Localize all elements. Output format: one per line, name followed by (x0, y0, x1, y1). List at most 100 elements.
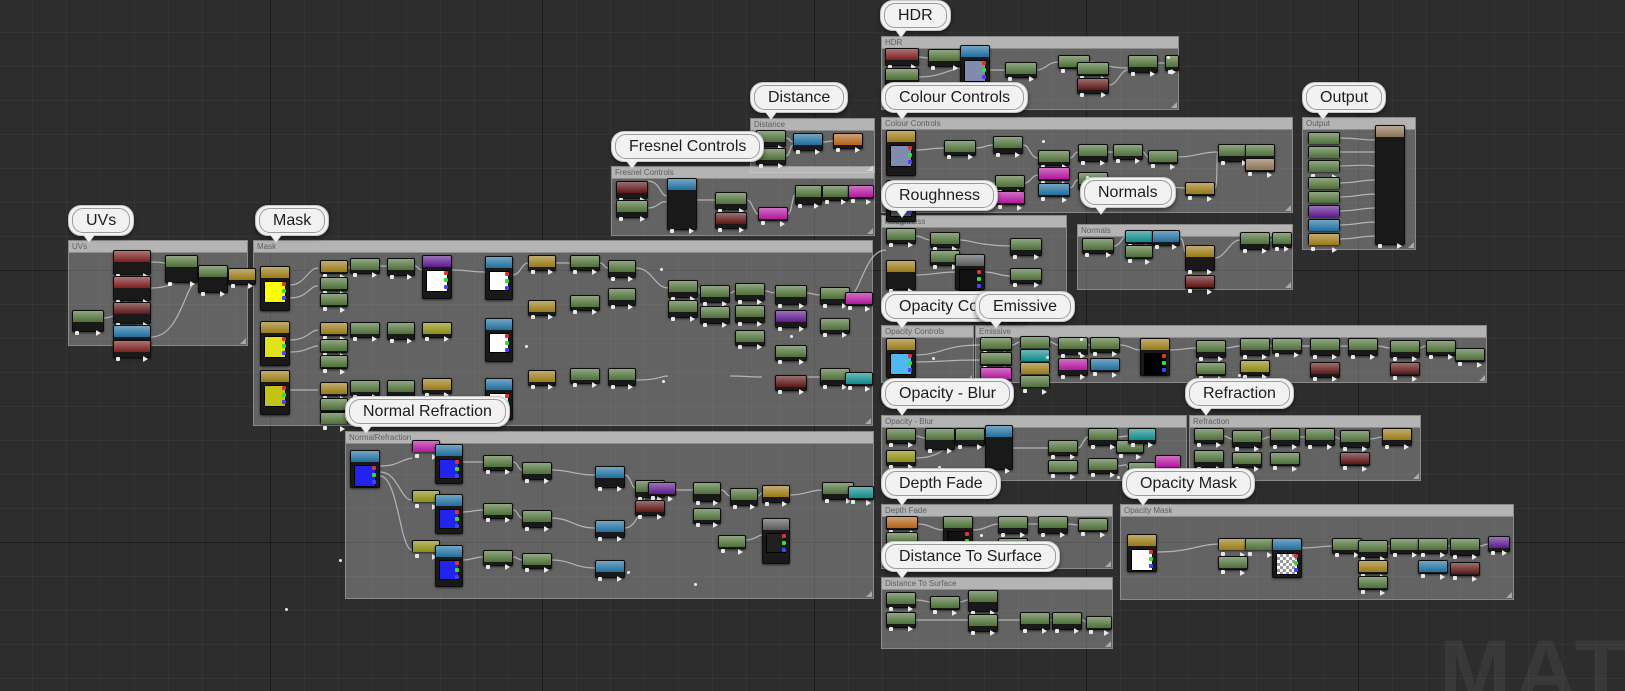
callout-bubble[interactable]: Distance (750, 82, 849, 119)
node-pin-in[interactable] (851, 500, 855, 504)
comment-box-resize-handle[interactable] (1285, 282, 1291, 288)
node-pin-out[interactable] (690, 316, 695, 322)
graph-node[interactable] (730, 488, 758, 510)
node-pin-in[interactable] (390, 339, 394, 343)
node-pin-in[interactable] (1221, 570, 1225, 574)
node-pin-in[interactable] (1221, 161, 1225, 165)
graph-node[interactable] (1340, 452, 1370, 472)
wire-reroute-dot[interactable] (932, 357, 935, 360)
node-pin-b[interactable] (977, 284, 981, 288)
node-pin-in[interactable] (696, 501, 700, 505)
comment-box-resize-handle[interactable] (865, 418, 871, 424)
node-pin-out[interactable] (1362, 466, 1367, 472)
graph-node[interactable] (1308, 205, 1340, 225)
node-pin-in[interactable] (1055, 629, 1059, 633)
node-pin-out[interactable] (866, 199, 871, 205)
node-pin-in[interactable] (611, 305, 615, 309)
graph-node[interactable] (595, 520, 625, 542)
node-pin-out[interactable] (1015, 152, 1020, 158)
node-pin-out[interactable] (1294, 352, 1299, 358)
graph-node[interactable] (1358, 540, 1388, 562)
graph-node[interactable] (955, 254, 985, 291)
graph-node[interactable] (1088, 428, 1118, 450)
callout-bubble[interactable]: Fresnel Controls (611, 131, 765, 168)
node-pin-out[interactable] (248, 283, 253, 289)
node-pin-in[interactable] (486, 518, 490, 522)
node-pin-in[interactable] (703, 323, 707, 327)
node-pin-g[interactable] (444, 278, 448, 282)
node-pin-in[interactable] (1393, 553, 1397, 557)
node-pin-out[interactable] (340, 307, 345, 313)
node-pin-in[interactable] (1378, 244, 1382, 248)
node-pin-r[interactable] (977, 270, 981, 274)
graph-node[interactable] (1005, 62, 1037, 82)
node-pin-in[interactable] (738, 345, 742, 349)
graph-node[interactable] (350, 258, 380, 278)
graph-node[interactable] (995, 175, 1025, 195)
graph-node[interactable] (1308, 177, 1340, 197)
graph-node[interactable] (570, 295, 600, 315)
node-pin-in[interactable] (1061, 375, 1065, 379)
node-pin-in[interactable] (1008, 77, 1012, 81)
node-pin-in[interactable] (1243, 249, 1247, 253)
node-pin-in[interactable] (1235, 447, 1239, 451)
node-pin-in[interactable] (531, 385, 535, 389)
node-pin-in[interactable] (721, 549, 725, 553)
graph-node[interactable] (260, 321, 290, 366)
node-pin-in[interactable] (1116, 159, 1120, 163)
graph-node[interactable] (1240, 232, 1270, 254)
node-pin-in[interactable] (1051, 455, 1055, 459)
graph-node[interactable] (1090, 358, 1120, 378)
callout-bubble[interactable]: Output (1302, 82, 1387, 119)
node-pin-out[interactable] (1017, 205, 1022, 211)
wire-reroute-dot[interactable] (660, 268, 663, 271)
callout-bubble[interactable]: Colour Controls (881, 82, 1029, 119)
node-pin-out[interactable] (1207, 289, 1212, 295)
node-pin-in[interactable] (823, 304, 827, 308)
graph-node[interactable] (1308, 233, 1340, 253)
graph-node[interactable] (320, 355, 348, 375)
node-pin-out[interactable] (1148, 442, 1153, 448)
node-pin-in[interactable] (116, 357, 120, 361)
graph-node[interactable] (995, 191, 1025, 211)
node-pin-in[interactable] (1199, 357, 1203, 361)
comment-box-resize-handle[interactable] (1479, 375, 1485, 381)
graph-node[interactable] (260, 370, 290, 415)
node-pin-out[interactable] (1100, 160, 1105, 166)
node-pin-in[interactable] (1128, 259, 1132, 263)
graph-node[interactable] (1128, 55, 1158, 77)
node-pin-b[interactable] (455, 474, 459, 478)
node-pin-b[interactable] (372, 480, 376, 484)
graph-node[interactable] (1185, 245, 1215, 275)
graph-node[interactable] (1308, 132, 1340, 152)
node-pin-in[interactable] (525, 568, 529, 572)
node-pin-in[interactable] (1085, 253, 1089, 257)
graph-node[interactable] (1048, 440, 1078, 460)
node-pin-in[interactable] (778, 304, 782, 308)
graph-node[interactable] (1418, 538, 1448, 558)
node-pin-in[interactable] (889, 243, 893, 247)
node-pin-in[interactable] (1081, 532, 1085, 536)
graph-node[interactable] (1152, 230, 1180, 250)
node-pin-out[interactable] (865, 386, 870, 392)
graph-node[interactable] (1340, 430, 1370, 452)
node-pin-out[interactable] (722, 322, 727, 328)
graph-node[interactable] (1240, 360, 1270, 380)
node-pin-in[interactable] (486, 565, 490, 569)
graph-node[interactable] (570, 368, 600, 388)
node-pin-out[interactable] (1112, 351, 1117, 357)
node-pin-out[interactable] (1005, 468, 1010, 474)
node-pin-out[interactable] (617, 536, 622, 542)
node-pin-out[interactable] (1070, 474, 1075, 480)
graph-node[interactable] (422, 255, 452, 299)
node-pin-in[interactable] (525, 479, 529, 483)
wire-reroute-dot[interactable] (525, 345, 528, 348)
graph-node[interactable] (1348, 338, 1378, 360)
graph-node[interactable] (795, 185, 822, 209)
graph-node[interactable] (320, 322, 348, 342)
node-pin-in[interactable] (738, 322, 742, 326)
node-pin-out[interactable] (1412, 552, 1417, 558)
graph-node[interactable] (1086, 616, 1112, 636)
node-pin-in[interactable] (778, 390, 782, 394)
node-pin-in[interactable] (1041, 533, 1045, 537)
